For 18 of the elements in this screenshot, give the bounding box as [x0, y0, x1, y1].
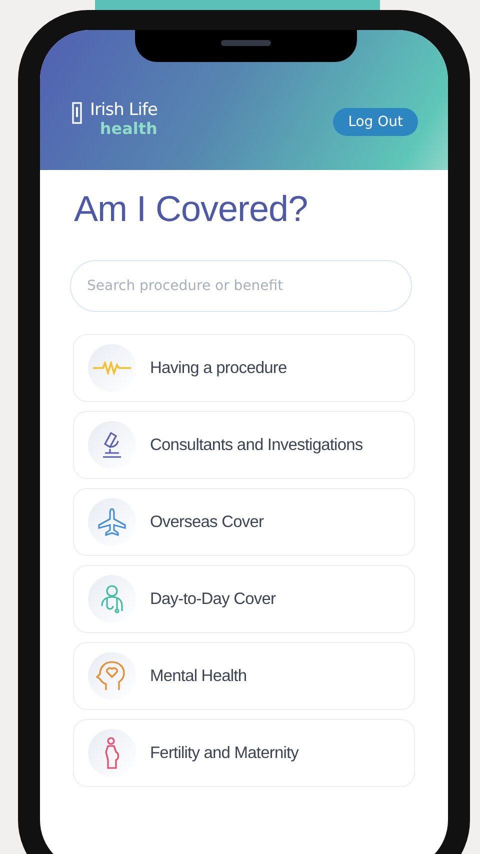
logo-icon	[72, 102, 82, 124]
category-label: Consultants and Investigations	[150, 436, 363, 454]
page-title: Am I Covered?	[74, 188, 309, 230]
category-label: Fertility and Maternity	[150, 744, 299, 762]
category-item[interactable]: Overseas Cover	[73, 488, 415, 556]
brand-subtitle: health	[100, 120, 158, 138]
category-item[interactable]: Mental Health	[73, 642, 415, 710]
category-label: Having a procedure	[150, 358, 287, 378]
category-item[interactable]: Consultants and Investigations	[73, 411, 415, 479]
category-item[interactable]: Fertility and Maternity	[73, 719, 415, 787]
category-label: Mental Health	[150, 666, 247, 686]
brand-name: Irish Life	[90, 100, 158, 120]
search-field[interactable]: Search procedure or benefit	[70, 260, 412, 312]
category-label: Day-to-Day Cover	[150, 590, 276, 608]
category-item[interactable]: Day-to-Day Cover	[73, 565, 415, 633]
category-label: Overseas Cover	[150, 512, 264, 532]
logout-button[interactable]: Log Out	[333, 108, 418, 136]
category-item[interactable]: Having a procedure	[73, 334, 415, 402]
